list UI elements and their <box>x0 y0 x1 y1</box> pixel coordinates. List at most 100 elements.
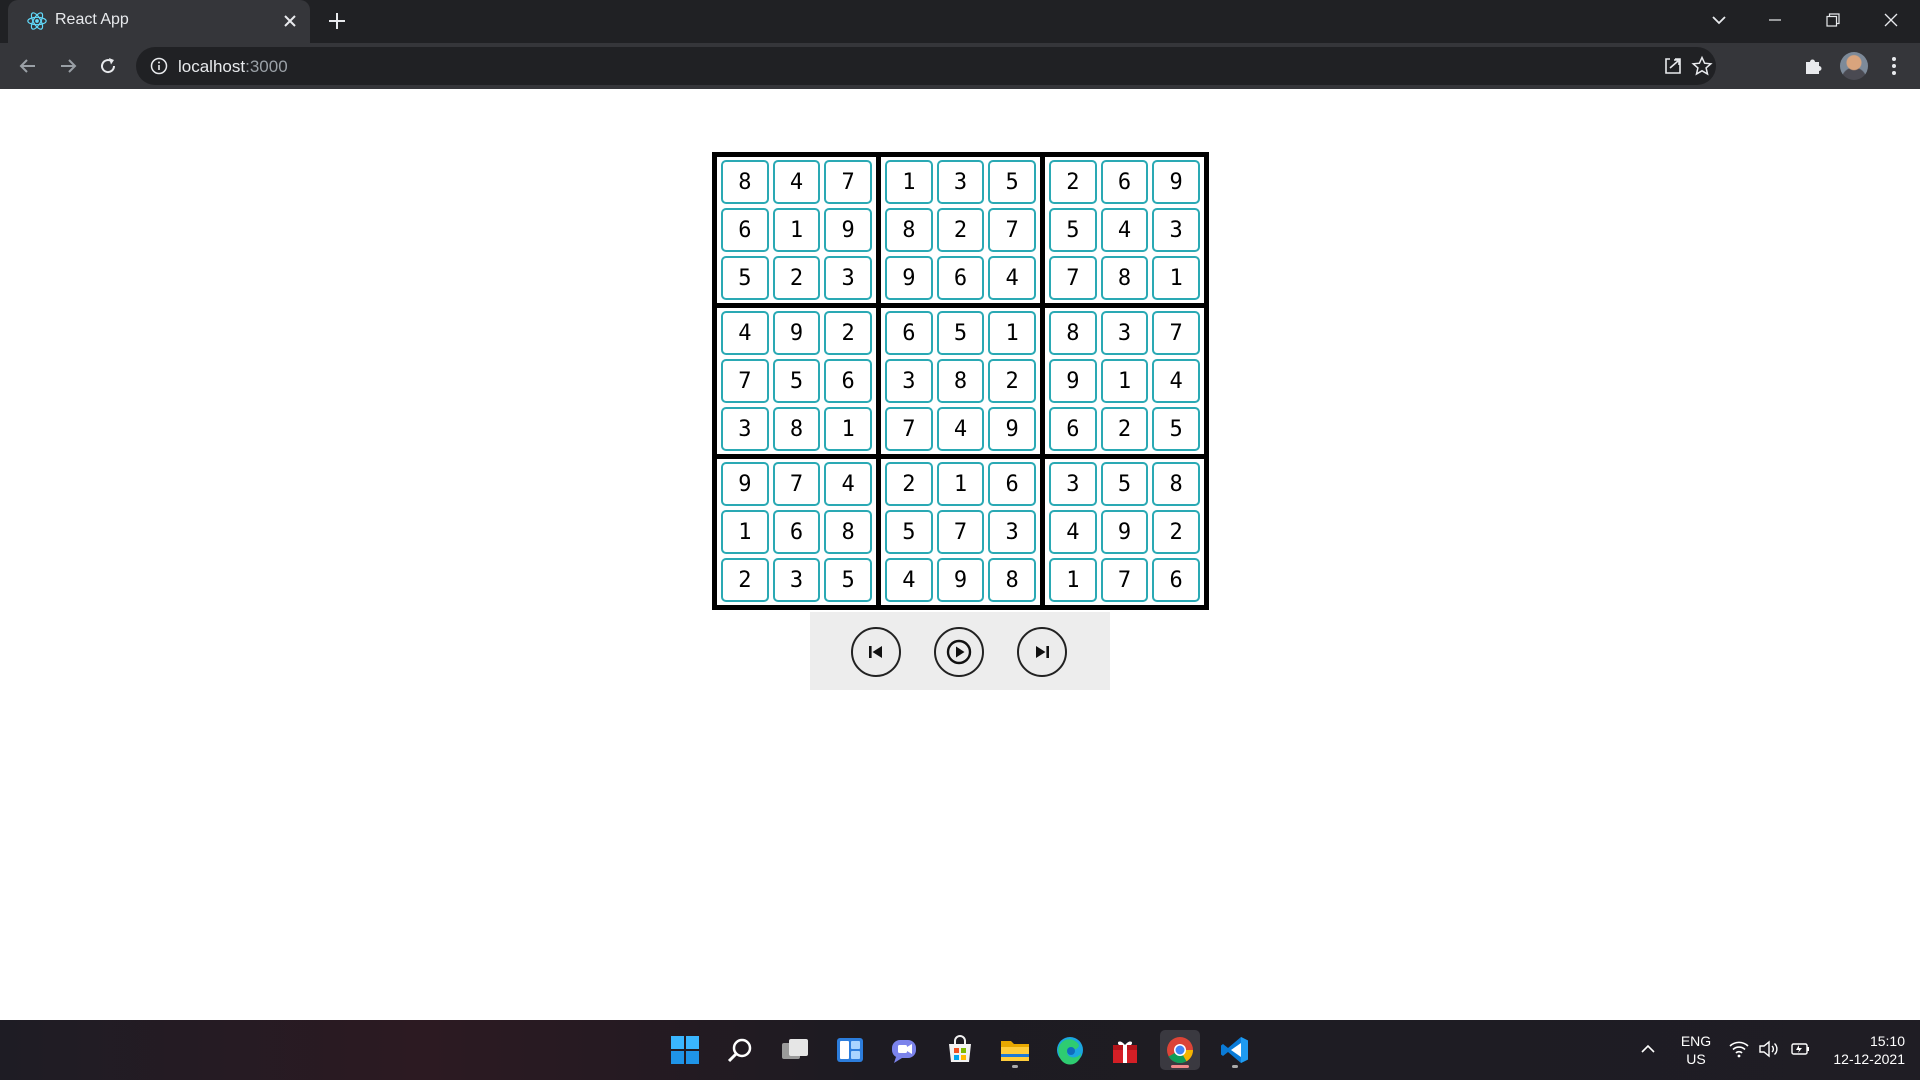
share-icon[interactable] <box>1662 55 1684 77</box>
sudoku-cell[interactable]: 1 <box>721 510 769 554</box>
forward-button[interactable] <box>52 50 84 82</box>
sudoku-cell[interactable]: 4 <box>824 462 872 506</box>
sudoku-cell[interactable]: 8 <box>1152 462 1200 506</box>
sudoku-cell[interactable]: 1 <box>1049 558 1097 602</box>
sudoku-cell[interactable]: 6 <box>772 510 821 554</box>
sudoku-cell[interactable]: 3 <box>988 510 1036 554</box>
sudoku-cell[interactable]: 6 <box>721 208 769 252</box>
extensions-button[interactable] <box>1800 53 1826 79</box>
sudoku-cell[interactable]: 8 <box>988 558 1036 602</box>
sudoku-cell[interactable]: 5 <box>885 510 933 554</box>
sudoku-cell[interactable]: 2 <box>772 256 821 300</box>
sudoku-cell[interactable]: 5 <box>1100 462 1149 506</box>
sudoku-cell[interactable]: 2 <box>1100 407 1149 451</box>
sudoku-cell[interactable]: 7 <box>988 208 1036 252</box>
sudoku-cell[interactable]: 9 <box>772 311 821 355</box>
sudoku-cell[interactable]: 3 <box>1152 208 1200 252</box>
start-button[interactable] <box>665 1030 705 1070</box>
sudoku-cell[interactable]: 5 <box>936 311 985 355</box>
sudoku-cell[interactable]: 8 <box>824 510 872 554</box>
microsoft-store-button[interactable] <box>940 1030 980 1070</box>
sudoku-cell[interactable]: 7 <box>936 510 985 554</box>
info-icon[interactable] <box>150 57 168 75</box>
sudoku-cell[interactable]: 9 <box>1152 160 1200 204</box>
browser-tab[interactable]: React App <box>8 0 310 43</box>
sudoku-cell[interactable]: 3 <box>1049 462 1097 506</box>
sudoku-cell[interactable]: 2 <box>1049 160 1097 204</box>
sudoku-cell[interactable]: 9 <box>988 407 1036 451</box>
battery-icon[interactable] <box>1789 1040 1811 1058</box>
back-button[interactable] <box>12 50 44 82</box>
minimize-button[interactable] <box>1746 0 1804 40</box>
teams-chat-button[interactable] <box>885 1030 925 1070</box>
language-indicator[interactable]: ENG US <box>1676 1032 1716 1068</box>
sudoku-cell[interactable]: 4 <box>721 311 769 355</box>
sudoku-cell[interactable]: 3 <box>824 256 872 300</box>
sudoku-cell[interactable]: 7 <box>1152 311 1200 355</box>
sudoku-cell[interactable]: 3 <box>885 359 933 403</box>
sudoku-cell[interactable]: 1 <box>1100 359 1149 403</box>
sudoku-cell[interactable]: 1 <box>1152 256 1200 300</box>
sudoku-cell[interactable]: 1 <box>824 407 872 451</box>
sudoku-cell[interactable]: 2 <box>721 558 769 602</box>
chevron-up-icon[interactable] <box>1640 1041 1656 1057</box>
clock[interactable]: 15:10 12-12-2021 <box>1823 1032 1913 1068</box>
close-tab-icon[interactable] <box>280 11 300 31</box>
next-step-button[interactable] <box>1017 627 1067 677</box>
sudoku-cell[interactable]: 4 <box>1049 510 1097 554</box>
sudoku-cell[interactable]: 6 <box>824 359 872 403</box>
sudoku-cell[interactable]: 7 <box>1049 256 1097 300</box>
new-tab-icon[interactable] <box>326 10 348 32</box>
sudoku-cell[interactable]: 2 <box>1152 510 1200 554</box>
close-window-button[interactable] <box>1862 0 1920 40</box>
sudoku-cell[interactable]: 6 <box>1152 558 1200 602</box>
vscode-button[interactable] <box>1215 1030 1255 1070</box>
sudoku-cell[interactable]: 4 <box>1152 359 1200 403</box>
sudoku-cell[interactable]: 8 <box>936 359 985 403</box>
sudoku-cell[interactable]: 8 <box>1049 311 1097 355</box>
sudoku-cell[interactable]: 9 <box>721 462 769 506</box>
task-view-button[interactable] <box>775 1030 815 1070</box>
sudoku-cell[interactable]: 2 <box>885 462 933 506</box>
widgets-button[interactable] <box>830 1030 870 1070</box>
sudoku-cell[interactable]: 8 <box>1100 256 1149 300</box>
sudoku-cell[interactable]: 3 <box>936 160 985 204</box>
sudoku-cell[interactable]: 9 <box>1049 359 1097 403</box>
sudoku-cell[interactable]: 4 <box>1100 208 1149 252</box>
sudoku-cell[interactable]: 1 <box>772 208 821 252</box>
sudoku-cell[interactable]: 8 <box>885 208 933 252</box>
sudoku-cell[interactable]: 6 <box>885 311 933 355</box>
sudoku-cell[interactable]: 5 <box>1152 407 1200 451</box>
sudoku-cell[interactable]: 2 <box>936 208 985 252</box>
sudoku-cell[interactable]: 5 <box>721 256 769 300</box>
sudoku-cell[interactable]: 4 <box>885 558 933 602</box>
sudoku-cell[interactable]: 3 <box>1100 311 1149 355</box>
sudoku-cell[interactable]: 6 <box>1100 160 1149 204</box>
previous-step-button[interactable] <box>851 627 901 677</box>
sudoku-cell[interactable]: 1 <box>988 311 1036 355</box>
sudoku-cell[interactable]: 4 <box>772 160 821 204</box>
sudoku-cell[interactable]: 5 <box>824 558 872 602</box>
sudoku-cell[interactable]: 2 <box>824 311 872 355</box>
menu-button[interactable] <box>1881 53 1907 79</box>
profile-avatar[interactable] <box>1840 52 1868 80</box>
sudoku-cell[interactable]: 3 <box>772 558 821 602</box>
edge-button[interactable] <box>1050 1030 1090 1070</box>
sudoku-cell[interactable]: 3 <box>721 407 769 451</box>
volume-icon[interactable] <box>1758 1040 1780 1058</box>
sudoku-cell[interactable]: 4 <box>936 407 985 451</box>
sudoku-cell[interactable]: 9 <box>885 256 933 300</box>
sudoku-cell[interactable]: 1 <box>936 462 985 506</box>
sudoku-cell[interactable]: 6 <box>1049 407 1097 451</box>
reload-button[interactable] <box>92 50 124 82</box>
sudoku-cell[interactable]: 7 <box>1100 558 1149 602</box>
sudoku-cell[interactable]: 9 <box>1100 510 1149 554</box>
restore-button[interactable] <box>1804 0 1862 40</box>
sudoku-cell[interactable]: 5 <box>988 160 1036 204</box>
chrome-button[interactable] <box>1160 1030 1200 1070</box>
sudoku-cell[interactable]: 9 <box>824 208 872 252</box>
play-button[interactable] <box>934 627 984 677</box>
sudoku-cell[interactable]: 5 <box>772 359 821 403</box>
sudoku-cell[interactable]: 4 <box>988 256 1036 300</box>
address-bar[interactable]: localhost:3000 <box>136 47 1716 85</box>
